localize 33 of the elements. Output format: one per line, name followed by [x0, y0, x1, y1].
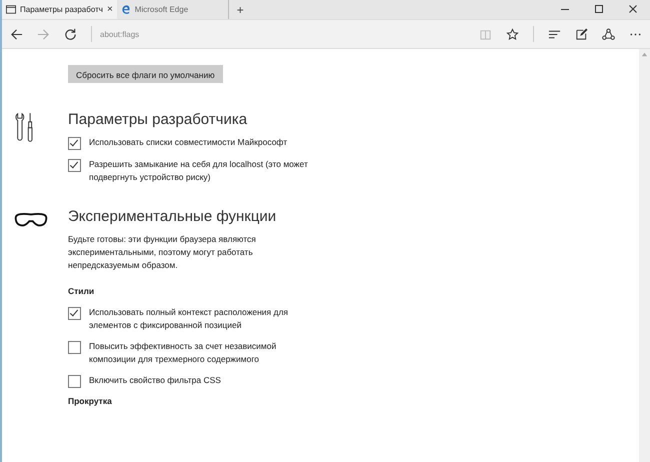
checkbox[interactable]	[68, 341, 81, 354]
pen-icon[interactable]	[575, 28, 588, 40]
new-tab-button[interactable]: +	[228, 0, 252, 19]
maximize-icon[interactable]	[594, 4, 604, 14]
checkbox[interactable]	[68, 137, 81, 150]
tab-title: Параметры разработч	[20, 5, 103, 14]
group-heading: Стили	[68, 286, 96, 296]
checkbox-label: Использовать списки совместимости Майкрософт	[89, 136, 288, 149]
page-icon	[6, 5, 16, 14]
back-arrow-icon[interactable]	[10, 28, 23, 40]
refresh-icon[interactable]	[64, 28, 77, 40]
scrollbar[interactable]	[639, 49, 650, 462]
browser-tab[interactable]: Microsoft Edge	[116, 0, 229, 19]
section-title: Параметры разработчика	[68, 111, 248, 128]
checkbox-label: Разрешить замыкание на себя для localhost (это может подвергнуть устройство риску)	[89, 158, 309, 184]
letter-e-icon	[120, 5, 131, 14]
tab-title: Microsoft Edge	[134, 5, 190, 14]
checkbox-label: Использовать полный контекст расположения для элементов с фиксированной позицией	[89, 306, 290, 332]
checkbox-label: Включить свойство фильтра CSS	[89, 374, 222, 387]
section-description: Будьте готовы: эти функции браузера являются экспериментальными, поэтому могут работать непредсказуемым образом.	[68, 233, 257, 272]
close-icon[interactable]	[628, 4, 638, 14]
star-icon[interactable]	[506, 28, 519, 40]
checkbox[interactable]	[68, 375, 81, 388]
close-tab-button[interactable]: ×	[106, 4, 113, 15]
share-icon[interactable]	[602, 28, 615, 40]
section-title: Экспериментальные функции	[68, 208, 278, 225]
reset-flags-button[interactable]: Сбросить все флаги по умолчанию	[68, 65, 223, 83]
checkbox[interactable]	[68, 307, 81, 320]
checkbox[interactable]	[68, 159, 81, 172]
browser-tab[interactable]: Параметры разработч ×	[2, 0, 117, 19]
goggles-icon	[14, 211, 48, 228]
group-heading: Прокрутка	[68, 396, 113, 406]
checkbox-label: Повысить эффективность за счет независимой композиции для трехмерного содержимого	[89, 340, 278, 366]
